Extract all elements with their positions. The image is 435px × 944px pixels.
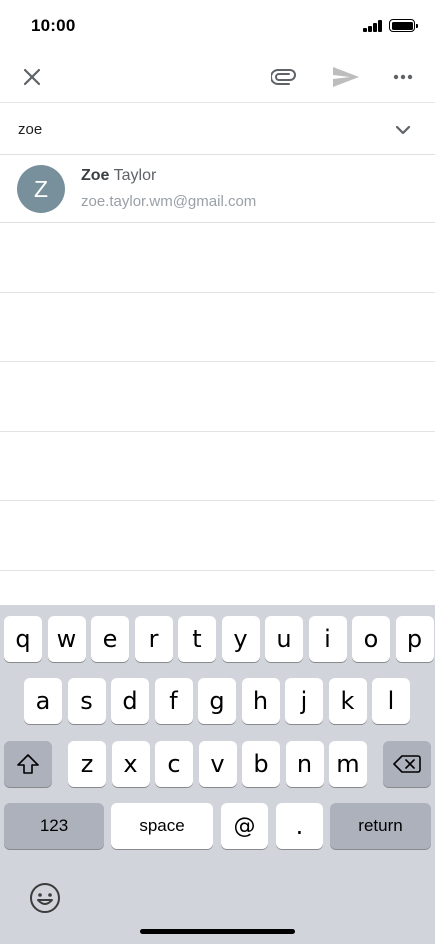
close-icon[interactable]: [17, 62, 47, 92]
period-key[interactable]: .: [276, 803, 323, 849]
key-a[interactable]: a: [24, 678, 62, 724]
key-t[interactable]: t: [178, 616, 216, 662]
send-icon[interactable]: [331, 62, 361, 92]
key-c[interactable]: c: [155, 741, 193, 787]
status-time: 10:00: [31, 16, 76, 35]
key-s[interactable]: s: [67, 678, 106, 724]
key-d[interactable]: d: [111, 678, 149, 724]
key-h[interactable]: h: [241, 678, 280, 724]
return-key[interactable]: return: [330, 803, 431, 849]
divider: [0, 500, 435, 501]
key-p[interactable]: p: [395, 616, 434, 662]
space-key[interactable]: space: [111, 803, 213, 849]
key-y[interactable]: y: [221, 616, 260, 662]
contact-suggestion[interactable]: Z Zoe Taylor zoe.taylor.wm@gmail.com: [0, 155, 435, 223]
at-key[interactable]: @: [221, 803, 268, 849]
key-b[interactable]: b: [242, 741, 280, 787]
divider: [0, 570, 435, 571]
compose-toolbar: [0, 52, 435, 102]
more-options-icon[interactable]: [388, 62, 418, 92]
key-i[interactable]: i: [308, 616, 347, 662]
cellular-signal-icon: [363, 20, 383, 32]
emoji-icon[interactable]: [28, 881, 62, 915]
numbers-key[interactable]: 123: [4, 803, 104, 849]
key-z[interactable]: z: [68, 741, 106, 787]
battery-icon: [389, 19, 418, 32]
key-g[interactable]: g: [198, 678, 236, 724]
key-u[interactable]: u: [265, 616, 303, 662]
key-v[interactable]: v: [198, 741, 237, 787]
status-bar: 10:00: [0, 0, 435, 52]
contact-name: Zoe Taylor: [81, 167, 156, 185]
home-indicator: [140, 929, 295, 934]
delete-key[interactable]: [383, 741, 431, 787]
shift-icon: [17, 754, 39, 774]
key-m[interactable]: m: [329, 741, 367, 787]
key-k[interactable]: k: [328, 678, 367, 724]
divider: [0, 292, 435, 293]
key-o[interactable]: o: [352, 616, 390, 662]
divider: [0, 431, 435, 432]
contact-email: zoe.taylor.wm@gmail.com: [81, 193, 257, 210]
recipient-input[interactable]: [18, 117, 358, 141]
chevron-down-icon[interactable]: [391, 118, 415, 142]
key-q[interactable]: q: [4, 616, 42, 662]
key-l[interactable]: l: [372, 678, 410, 724]
avatar: Z: [17, 165, 65, 213]
shift-key[interactable]: [4, 741, 52, 787]
key-e[interactable]: e: [91, 616, 129, 662]
key-w[interactable]: w: [47, 616, 86, 662]
keyboard: qwertyuiop asdfghjkl zxcvbnm 123 space @…: [0, 605, 435, 944]
key-f[interactable]: f: [154, 678, 193, 724]
recipient-field: [0, 102, 435, 155]
key-n[interactable]: n: [285, 741, 324, 787]
key-x[interactable]: x: [111, 741, 150, 787]
contact-name-rest: Taylor: [109, 167, 157, 184]
contact-name-match: Zoe: [81, 167, 110, 184]
backspace-icon: [393, 755, 421, 773]
key-j[interactable]: j: [285, 678, 323, 724]
key-r[interactable]: r: [134, 616, 173, 662]
paperclip-icon[interactable]: [269, 62, 299, 92]
divider: [0, 361, 435, 362]
